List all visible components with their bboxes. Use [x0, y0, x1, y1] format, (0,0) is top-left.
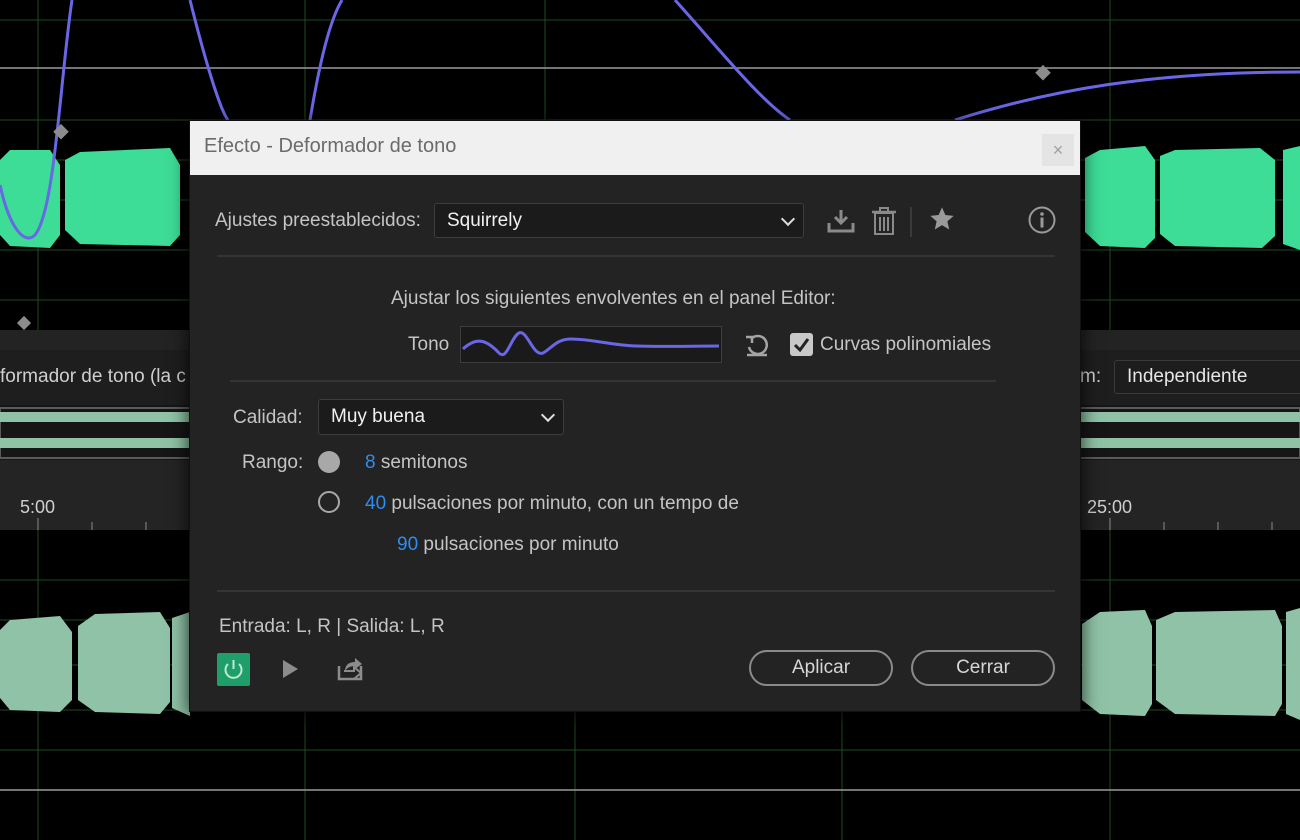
power-toggle-button[interactable] [217, 653, 250, 686]
chevron-down-icon [540, 407, 556, 423]
timeline-label-right: 25:00 [1087, 497, 1133, 517]
effect-track-label: formador de tono (la c [0, 366, 186, 387]
power-icon [224, 660, 243, 679]
quality-dropdown-value: Muy buena [331, 406, 426, 427]
preset-dropdown-value: Squirrely [447, 209, 522, 231]
range-semitones-option[interactable]: 8 semitonos [365, 452, 467, 474]
timeline-label-left: 5:00 [20, 497, 56, 517]
range-label: Rango: [242, 452, 304, 473]
play-icon[interactable] [274, 653, 306, 685]
close-dialog-button[interactable]: Cerrar [911, 650, 1055, 686]
envelope-instruction: Ajustar los siguientes envolventes en el… [391, 288, 836, 309]
info-icon[interactable] [1026, 204, 1058, 236]
dialog-close-button[interactable]: × [1042, 134, 1074, 166]
toolbar-divider [910, 207, 912, 237]
range-bpm-radio[interactable] [318, 491, 340, 513]
bpm-value[interactable]: 40 [365, 493, 386, 514]
separator-top [217, 255, 1055, 257]
polynomial-checkbox[interactable] [790, 333, 813, 356]
range-semitones-radio[interactable] [318, 451, 340, 473]
chevron-down-icon [780, 211, 796, 226]
pitch-label: Tono [408, 334, 450, 355]
download-preset-icon[interactable] [825, 205, 857, 237]
presets-label: Ajustes preestablecidos: [215, 210, 421, 231]
separator-bottom [217, 590, 1055, 592]
bpm-text: pulsaciones por minuto, con un tempo de [391, 493, 739, 514]
favorite-star-icon[interactable] [926, 203, 958, 235]
semitones-value[interactable]: 8 [365, 452, 376, 473]
pitch-bender-dialog: Efecto - Deformador de tono × Ajustes pr… [189, 120, 1081, 712]
polynomial-label: Curvas polinomiales [820, 334, 992, 355]
quality-dropdown[interactable]: Muy buena [318, 399, 564, 435]
pitch-envelope-preview[interactable] [460, 326, 722, 363]
mode-select-value: Independiente [1127, 366, 1248, 387]
io-label: Entrada: L, R | Salida: L, R [219, 616, 445, 637]
tempo-value[interactable]: 90 [397, 534, 418, 555]
tempo-row: 90 pulsaciones por minuto [397, 534, 619, 556]
mode-label: m: [1080, 366, 1102, 387]
delete-preset-icon[interactable] [868, 205, 900, 237]
quality-label: Calidad: [233, 407, 303, 428]
separator-middle [230, 380, 996, 382]
dialog-titlebar[interactable]: Efecto - Deformador de tono × [190, 121, 1080, 175]
preset-dropdown[interactable]: Squirrely [434, 203, 804, 238]
tempo-text: pulsaciones por minuto [423, 534, 619, 555]
reset-icon[interactable] [741, 329, 773, 361]
range-bpm-option[interactable]: 40 pulsaciones por minuto, con un tempo … [365, 493, 739, 515]
dialog-title: Efecto - Deformador de tono [204, 135, 457, 157]
mode-select[interactable]: Independiente [1114, 360, 1300, 394]
semitones-text: semitonos [380, 452, 468, 473]
apply-button[interactable]: Aplicar [749, 650, 893, 686]
export-icon[interactable] [334, 653, 366, 685]
